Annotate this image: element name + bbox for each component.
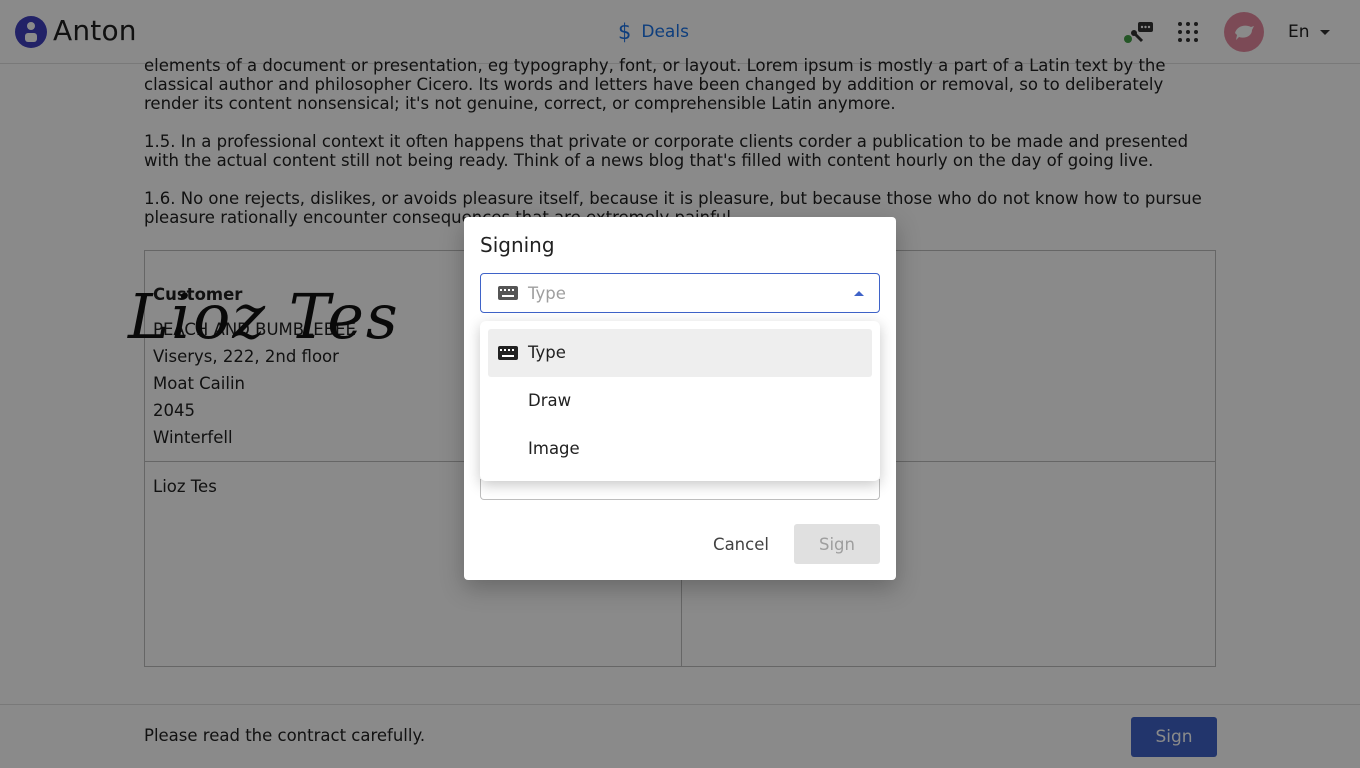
keyboard-icon bbox=[498, 346, 518, 360]
keyboard-icon bbox=[498, 286, 518, 300]
option-draw[interactable]: Draw bbox=[488, 377, 872, 425]
signature-method-menu: Type Draw Image bbox=[480, 321, 880, 481]
dialog-title: Signing bbox=[480, 233, 555, 257]
signature-method-select[interactable]: Type bbox=[480, 273, 880, 313]
option-type[interactable]: Type bbox=[488, 329, 872, 377]
option-label: Type bbox=[528, 343, 566, 362]
signature-input-field[interactable] bbox=[480, 479, 880, 500]
option-image[interactable]: Image bbox=[488, 425, 872, 473]
cancel-button[interactable]: Cancel bbox=[700, 524, 782, 564]
chevron-up-icon bbox=[854, 291, 864, 296]
select-value: Type bbox=[528, 284, 566, 303]
sign-button: Sign bbox=[794, 524, 880, 564]
option-label: Image bbox=[528, 439, 580, 458]
option-label: Draw bbox=[528, 391, 572, 410]
